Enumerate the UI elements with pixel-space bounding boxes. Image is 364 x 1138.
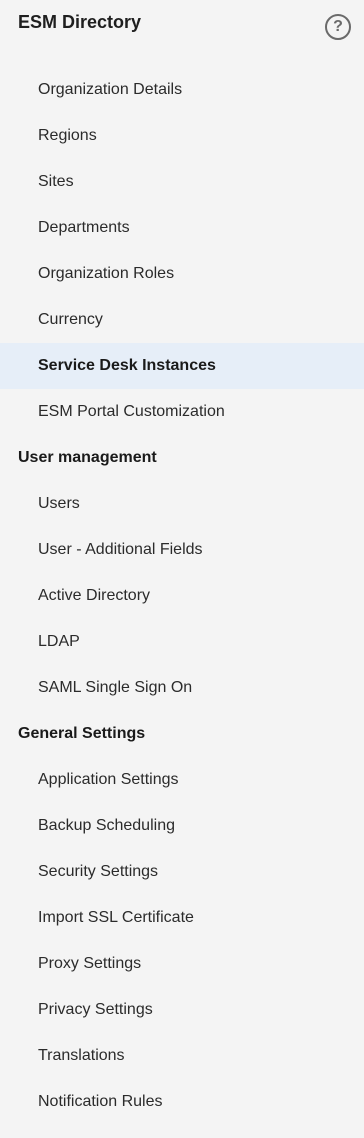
menu-item-security-settings[interactable]: Security Settings <box>0 849 364 895</box>
section-general-settings: General Settings <box>18 725 146 742</box>
menu-item-regions[interactable]: Regions <box>0 113 364 159</box>
menu-item-saml-single-sign-on[interactable]: SAML Single Sign On <box>0 665 364 711</box>
menu-item-translations[interactable]: Translations <box>0 1033 364 1079</box>
menu-item-departments[interactable]: Departments <box>0 205 364 251</box>
menu-item-backup-scheduling[interactable]: Backup Scheduling <box>0 803 364 849</box>
menu-item-import-ssl-certificate[interactable]: Import SSL Certificate <box>0 895 364 941</box>
menu-item-currency[interactable]: Currency <box>0 297 364 343</box>
menu-item-users[interactable]: Users <box>0 481 364 527</box>
menu-item-organization-roles[interactable]: Organization Roles <box>0 251 364 297</box>
sidebar-menu: Organization Details Regions Sites Depar… <box>0 67 364 1125</box>
settings-sidebar: ESM Directory ? Organization Details Reg… <box>0 0 364 1138</box>
menu-item-proxy-settings[interactable]: Proxy Settings <box>0 941 364 987</box>
menu-item-notification-rules[interactable]: Notification Rules <box>0 1079 364 1125</box>
menu-item-active-directory[interactable]: Active Directory <box>0 573 364 619</box>
menu-item-user-additional-fields[interactable]: User - Additional Fields <box>0 527 364 573</box>
menu-item-sites[interactable]: Sites <box>0 159 364 205</box>
menu-item-organization-details[interactable]: Organization Details <box>0 67 364 113</box>
menu-item-service-desk-instances[interactable]: Service Desk Instances <box>0 343 364 389</box>
menu-item-application-settings[interactable]: Application Settings <box>0 757 364 803</box>
menu-item-ldap[interactable]: LDAP <box>0 619 364 665</box>
sidebar-header: ESM Directory ? <box>0 0 364 52</box>
help-icon[interactable]: ? <box>325 14 351 40</box>
menu-item-esm-portal-customization[interactable]: ESM Portal Customization <box>0 389 364 435</box>
sidebar-title: ESM Directory <box>18 12 142 32</box>
menu-item-privacy-settings[interactable]: Privacy Settings <box>0 987 364 1033</box>
section-user-management: User management <box>18 449 157 466</box>
